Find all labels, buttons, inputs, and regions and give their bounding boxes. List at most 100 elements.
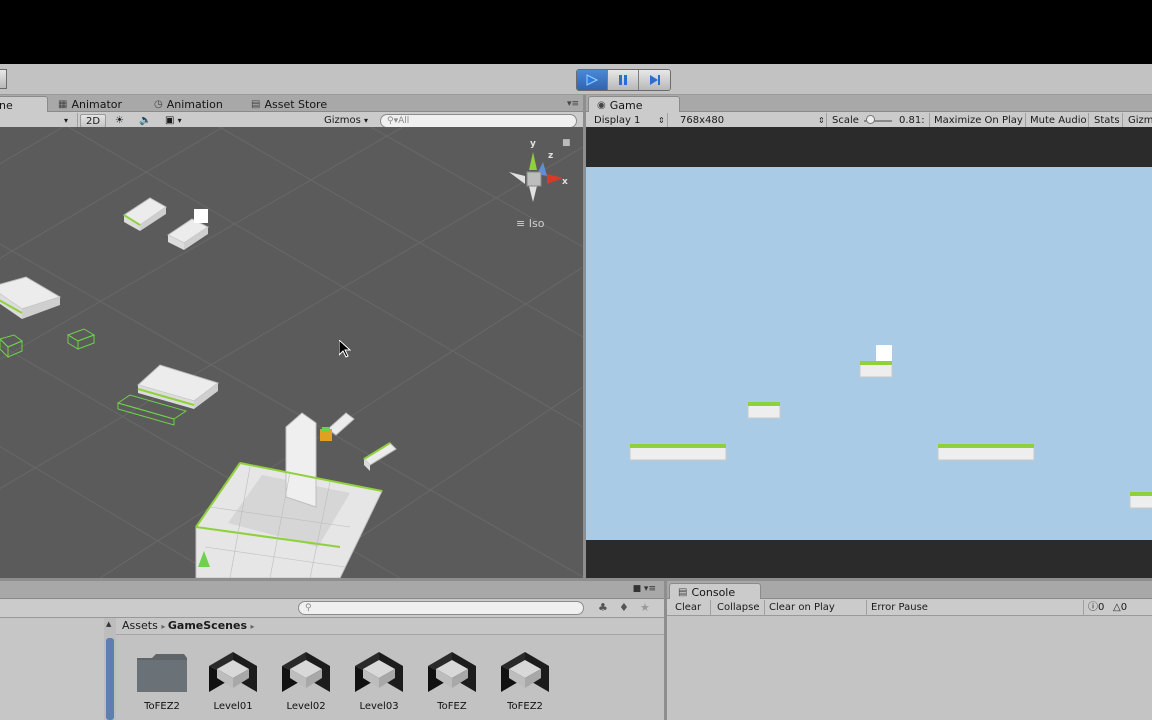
- tab-asset-store[interactable]: ▤ Asset Store: [243, 96, 335, 112]
- scene-platform-6[interactable]: [363, 442, 397, 471]
- audio-toggle[interactable]: 🔈: [139, 114, 151, 128]
- gizmo-y-label: y: [530, 139, 536, 149]
- unity-scene-icon: [282, 652, 330, 692]
- filter-type-icon[interactable]: ♣: [598, 601, 608, 614]
- effects-toggle[interactable]: ▣ ▾: [165, 114, 182, 128]
- game-sky: [586, 167, 1152, 540]
- orientation-gizmo[interactable]: [503, 140, 575, 212]
- asset-label: Level03: [359, 701, 399, 712]
- collapse-toggle[interactable]: Collapse: [717, 601, 760, 615]
- unity-scene-icon: [428, 652, 476, 692]
- scene-platform-4[interactable]: [136, 364, 220, 409]
- transform-tools-edge[interactable]: [0, 69, 7, 89]
- gizmo-x-label: x: [562, 177, 568, 187]
- tab-game[interactable]: ◉ Game: [588, 96, 680, 112]
- asset-label: ToFEZ2: [144, 701, 180, 712]
- pause-button[interactable]: [608, 70, 639, 90]
- tab-animation[interactable]: ◷ Animation: [146, 96, 231, 112]
- console-log-area[interactable]: [667, 616, 1152, 720]
- tab-game-label: Game: [609, 98, 643, 112]
- store-icon: ▤: [251, 99, 261, 110]
- game-view[interactable]: [586, 127, 1152, 578]
- scene-search-input[interactable]: ⚲▾All: [380, 114, 577, 128]
- mode-2d-toggle[interactable]: 2D: [80, 114, 107, 128]
- scene-tower[interactable]: [195, 412, 383, 578]
- breadcrumb-gamescenes[interactable]: GameScenes: [168, 619, 247, 632]
- game-gizmos-dropdown[interactable]: Gizm: [1128, 114, 1152, 128]
- tab-asset-store-label: Asset Store: [264, 98, 328, 111]
- lock-icon[interactable]: ■: [562, 138, 571, 148]
- panel-menu-icon[interactable]: ▾≡: [567, 99, 579, 109]
- game-platform-3: [859, 361, 893, 378]
- scene-platform-2[interactable]: [167, 209, 209, 250]
- breadcrumb-assets[interactable]: Assets: [122, 619, 158, 632]
- gizmos-dropdown[interactable]: Gizmos ▾: [324, 114, 368, 128]
- step-button[interactable]: [639, 70, 670, 90]
- scene-tab-row: ne ▦ Animator ◷ Animation ▤ Asset Store …: [0, 95, 583, 112]
- clear-on-play-toggle[interactable]: Clear on Play: [769, 601, 835, 615]
- search-placeholder: All: [398, 116, 410, 126]
- info-count: 0: [1098, 602, 1105, 613]
- speaker-icon: 🔈: [139, 115, 152, 126]
- scene-grid: [0, 127, 583, 578]
- tab-scene-label: ne: [0, 98, 13, 112]
- display-label: Display 1: [594, 115, 641, 126]
- game-platform-4: [937, 444, 1035, 461]
- display-dropdown[interactable]: Display 1 ⇕: [594, 114, 665, 128]
- search-icon: ⚲: [305, 603, 312, 613]
- image-icon: ▣: [165, 115, 175, 126]
- scale-slider-thumb[interactable]: [866, 115, 875, 124]
- resolution-label: 768x480: [680, 115, 725, 126]
- projection-toggle[interactable]: ≡ Iso: [516, 217, 544, 230]
- project-search-input[interactable]: ⚲: [298, 601, 584, 615]
- tree-scrollbar-thumb[interactable]: [106, 638, 114, 720]
- stats-toggle[interactable]: Stats: [1094, 114, 1120, 128]
- playback-controls: [576, 69, 671, 91]
- clock-icon: ◷: [154, 99, 163, 110]
- asset-label: ToFEZ2: [507, 701, 543, 712]
- error-pause-toggle[interactable]: Error Pause: [871, 601, 928, 615]
- console-tab-row: ▤ Console: [667, 581, 1152, 599]
- scene-platform-3[interactable]: [0, 276, 62, 319]
- asset-item[interactable]: Level03: [349, 650, 409, 712]
- project-panel-menu-icon[interactable]: ■ ▾≡: [633, 584, 656, 594]
- gizmo-z-label: z: [548, 151, 554, 161]
- asset-item[interactable]: ToFEZ: [422, 650, 482, 712]
- screen-top-bar: [0, 0, 1152, 64]
- maximize-on-play-toggle[interactable]: Maximize On Play: [934, 114, 1023, 128]
- game-player: [876, 345, 892, 361]
- lighting-toggle[interactable]: ☀: [115, 114, 124, 128]
- main-toolbar: [0, 64, 1152, 95]
- tab-animation-label: Animation: [166, 98, 223, 111]
- tab-scene[interactable]: ne: [0, 96, 48, 112]
- scene-platform-1[interactable]: [123, 197, 167, 231]
- scene-trigger-box-1[interactable]: [0, 334, 23, 359]
- tab-console-label: Console: [691, 585, 736, 599]
- asset-item[interactable]: ToFEZ2: [495, 650, 555, 712]
- project-tree[interactable]: [0, 618, 104, 720]
- tag-icon[interactable]: ♦: [619, 601, 629, 614]
- gizmos-label: Gizmos: [324, 115, 361, 126]
- mute-audio-toggle[interactable]: Mute Audio: [1030, 114, 1087, 128]
- asset-item[interactable]: Level01: [203, 650, 263, 712]
- project-tab-row: ■ ▾≡: [0, 581, 664, 599]
- project-toolbar: ⚲ ♣ ♦ ★: [0, 599, 664, 618]
- asset-label: Level02: [286, 701, 326, 712]
- star-icon[interactable]: ★: [640, 601, 650, 614]
- tree-scrollbar[interactable]: ▲: [104, 618, 116, 720]
- unity-scene-icon: [209, 652, 257, 692]
- warning-filter-toggle[interactable]: △0: [1113, 601, 1127, 615]
- clear-button[interactable]: Clear: [675, 601, 701, 615]
- scene-trigger-box-2[interactable]: [66, 328, 96, 350]
- scene-view[interactable]: y z x ■ ≡ Iso: [0, 127, 583, 578]
- asset-item[interactable]: ToFEZ2: [132, 650, 192, 712]
- shading-dropdown-arrow[interactable]: ▾: [64, 114, 68, 128]
- warning-count: 0: [1120, 602, 1128, 613]
- tab-animator[interactable]: ▦ Animator: [50, 96, 130, 112]
- tab-console[interactable]: ▤ Console: [669, 583, 761, 599]
- info-filter-toggle[interactable]: ⓘ0: [1088, 601, 1104, 615]
- play-button[interactable]: [577, 70, 608, 90]
- console-icon: ▤: [678, 586, 688, 598]
- resolution-dropdown[interactable]: 768x480 ⇕: [680, 114, 828, 128]
- asset-item[interactable]: Level02: [276, 650, 336, 712]
